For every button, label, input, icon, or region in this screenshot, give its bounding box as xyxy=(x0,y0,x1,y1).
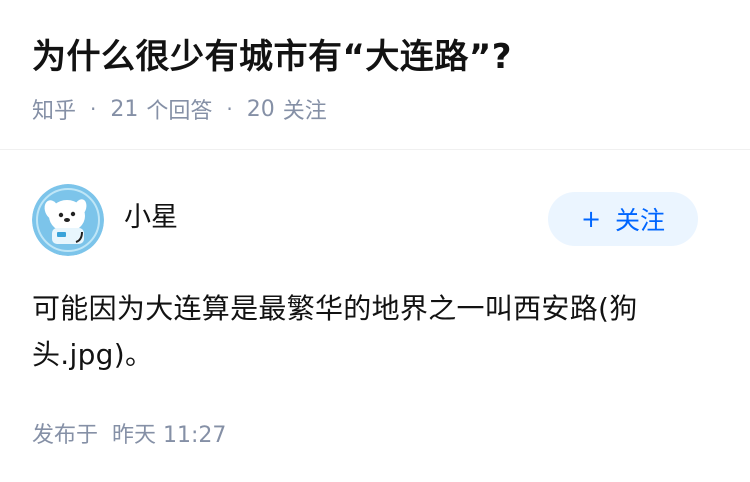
answer-timestamp: 发布于 昨天 11:27 xyxy=(32,418,226,448)
follower-count: 20 xyxy=(246,96,275,122)
published-label: 发布于 xyxy=(32,423,99,448)
avatar[interactable] xyxy=(32,184,104,256)
cartoon-dog-astronaut-avatar-icon xyxy=(32,184,104,256)
follow-button[interactable]: + 关注 xyxy=(548,192,698,246)
follow-button-label: 关注 xyxy=(615,206,666,235)
answer-count-label: 个回答 xyxy=(146,99,213,124)
author-row: 小星 + 关注 xyxy=(32,184,698,256)
question-meta: 知乎 · 21 个回答 · 20 关注 xyxy=(32,93,327,125)
answer-content[interactable]: 可能因为大连算是最繁华的地界之一叫西安路(狗头.jpg)。 xyxy=(32,286,712,378)
meta-separator: · xyxy=(90,97,97,121)
question-header: 为什么很少有城市有“大连路”? 知乎 · 21 个回答 · 20 关注 xyxy=(0,0,750,150)
source-label[interactable]: 知乎 xyxy=(32,93,76,125)
plus-icon: + xyxy=(580,205,602,233)
answer-count: 21 xyxy=(110,96,139,122)
follower-count-label: 关注 xyxy=(282,99,327,124)
author-name[interactable]: 小星 xyxy=(124,200,178,236)
published-time: 昨天 11:27 xyxy=(112,423,227,448)
meta-separator: · xyxy=(226,97,233,121)
question-title[interactable]: 为什么很少有城市有“大连路”? xyxy=(32,34,512,80)
